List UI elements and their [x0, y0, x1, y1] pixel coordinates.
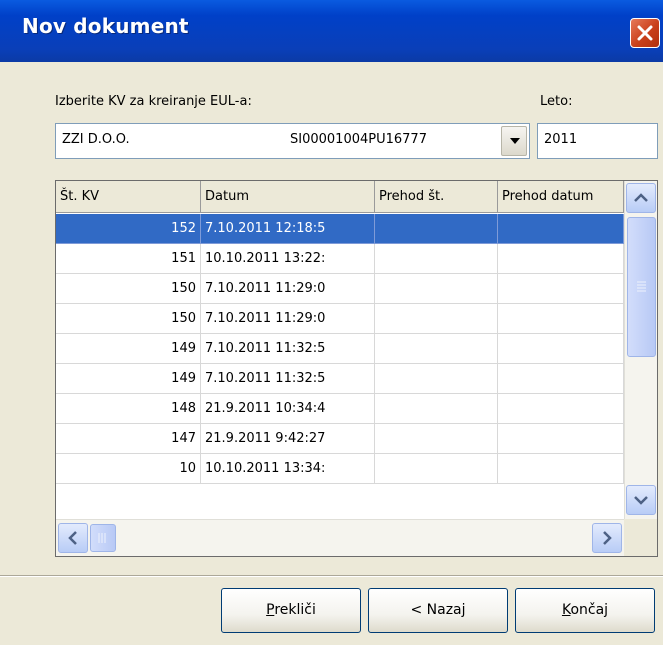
scroll-up-button[interactable]: [626, 183, 656, 213]
cell-prehod-st: [375, 424, 498, 454]
cell-datum: 21.9.2011 10:34:4: [201, 394, 375, 424]
arrow-left-icon: [68, 531, 77, 545]
year-value: 2011: [544, 132, 578, 147]
cell-prehod-datum: [498, 454, 624, 484]
cell-st-kv: 10: [56, 454, 201, 484]
cell-datum: 10.10.2011 13:22:: [201, 244, 375, 274]
cell-datum: 10.10.2011 13:34:: [201, 454, 375, 484]
column-header-prehod-datum[interactable]: Prehod datum: [498, 181, 624, 213]
back-button[interactable]: < Nazaj: [368, 588, 508, 633]
table-row[interactable]: 152 7.10.2011 12:18:5: [56, 214, 626, 244]
cell-st-kv: 149: [56, 364, 201, 394]
cell-st-kv: 150: [56, 274, 201, 304]
table-row[interactable]: 151 10.10.2011 13:22:: [56, 244, 626, 274]
finish-label-post: ončaj: [570, 602, 609, 618]
column-header-datum[interactable]: Datum: [201, 181, 375, 213]
table-row[interactable]: 149 7.10.2011 11:32:5: [56, 364, 626, 394]
cell-datum: 7.10.2011 11:32:5: [201, 334, 375, 364]
cell-prehod-st: [375, 274, 498, 304]
column-header-st-kv[interactable]: Št. KV: [56, 181, 201, 213]
table-row[interactable]: 150 7.10.2011 11:29:0: [56, 274, 626, 304]
column-header-prehod-st[interactable]: Prehod št.: [375, 181, 498, 213]
cell-prehod-datum: [498, 394, 624, 424]
table-row[interactable]: 149 7.10.2011 11:32:5: [56, 334, 626, 364]
cell-datum: 7.10.2011 11:32:5: [201, 364, 375, 394]
cell-datum: 7.10.2011 12:18:5: [201, 214, 375, 244]
cell-prehod-datum: [498, 424, 624, 454]
vertical-scroll-thumb[interactable]: [627, 217, 656, 357]
horizontal-scrollbar[interactable]: [56, 519, 624, 556]
vertical-scrollbar[interactable]: [624, 181, 657, 519]
table-row[interactable]: 10 10.10.2011 13:34:: [56, 454, 626, 484]
cell-prehod-st: [375, 214, 498, 244]
year-input[interactable]: 2011: [537, 123, 658, 159]
cell-prehod-datum: [498, 274, 624, 304]
grip-icon: [98, 533, 106, 543]
cell-prehod-st: [375, 454, 498, 484]
cell-st-kv: 151: [56, 244, 201, 274]
cell-datum: 7.10.2011 11:29:0: [201, 274, 375, 304]
kv-select-code: SI00001004PU16777: [290, 132, 427, 147]
grip-icon: [637, 281, 646, 292]
cell-st-kv: 150: [56, 304, 201, 334]
kv-table[interactable]: Št. KV Datum Prehod št. Prehod datum 152…: [55, 180, 658, 557]
back-label: < Nazaj: [410, 602, 466, 618]
arrow-right-icon: [603, 531, 612, 545]
cell-st-kv: 147: [56, 424, 201, 454]
arrow-down-icon: [634, 496, 648, 505]
cell-prehod-st: [375, 244, 498, 274]
horizontal-scroll-thumb[interactable]: [90, 524, 116, 552]
button-separator: [0, 575, 663, 577]
finish-button[interactable]: Končaj: [515, 588, 655, 633]
cell-prehod-st: [375, 304, 498, 334]
cancel-button[interactable]: Prekliči: [221, 588, 361, 633]
table-row[interactable]: 148 21.9.2011 10:34:4: [56, 394, 626, 424]
kv-select-name: ZZI D.O.O.: [62, 132, 130, 147]
cell-prehod-st: [375, 364, 498, 394]
arrow-up-icon: [634, 193, 648, 202]
kv-label: Izberite KV za kreiranje EUL-a:: [55, 94, 252, 109]
table-row[interactable]: 147 21.9.2011 9:42:27: [56, 424, 626, 454]
close-x-icon: [637, 25, 653, 41]
close-button[interactable]: [630, 18, 660, 48]
scrollbar-corner: [624, 519, 657, 556]
kv-dropdown-button[interactable]: [501, 126, 527, 156]
cancel-label-post: rekliči: [274, 602, 316, 618]
scroll-down-button[interactable]: [626, 485, 656, 515]
kv-select[interactable]: ZZI D.O.O. SI00001004PU16777: [55, 123, 530, 159]
cell-datum: 7.10.2011 11:29:0: [201, 304, 375, 334]
scroll-right-button[interactable]: [592, 523, 622, 553]
cell-prehod-datum: [498, 214, 624, 244]
cell-prehod-st: [375, 394, 498, 424]
cell-prehod-datum: [498, 244, 624, 274]
cell-prehod-datum: [498, 304, 624, 334]
cell-st-kv: 152: [56, 214, 201, 244]
table-row[interactable]: 150 7.10.2011 11:29:0: [56, 304, 626, 334]
scroll-left-button[interactable]: [58, 523, 88, 553]
cell-st-kv: 149: [56, 334, 201, 364]
cell-prehod-st: [375, 334, 498, 364]
cell-datum: 21.9.2011 9:42:27: [201, 424, 375, 454]
cell-prehod-datum: [498, 334, 624, 364]
title-bar[interactable]: Nov dokument: [0, 0, 663, 62]
window-title: Nov dokument: [22, 14, 189, 38]
cell-prehod-datum: [498, 364, 624, 394]
cell-st-kv: 148: [56, 394, 201, 424]
chevron-down-icon: [510, 138, 520, 144]
year-label: Leto:: [540, 94, 573, 109]
